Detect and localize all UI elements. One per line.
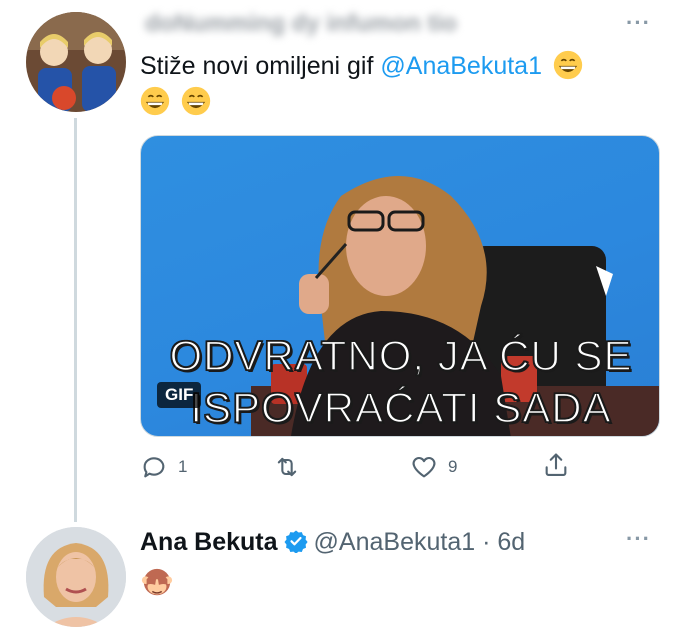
like-icon: [412, 456, 436, 478]
tweet-header: Ana Bekuta @AnaBekuta1 · 6d: [140, 528, 525, 557]
more-options-icon[interactable]: ···: [626, 526, 651, 552]
see-no-evil-monkey-emoji-icon: [141, 568, 173, 596]
share-icon: [545, 453, 567, 476]
mention-link[interactable]: @AnaBekuta1: [380, 52, 542, 80]
grinning-emoji-icon: [140, 86, 170, 116]
handle-and-time[interactable]: @AnaBekuta1 · 6d: [314, 528, 526, 556]
tweet-text-body: Stiže novi omiljeni gif: [140, 52, 381, 80]
retweet-button[interactable]: [273, 453, 311, 481]
verified-badge-icon: [284, 530, 308, 553]
display-name[interactable]: doNumming dy infumon tio: [145, 10, 457, 38]
avatar[interactable]: [26, 12, 126, 112]
avatar-image: [26, 12, 126, 112]
like-button[interactable]: 9: [410, 453, 457, 481]
reply-button[interactable]: 1: [140, 453, 187, 481]
tweet-text: Stiže novi omiljeni gif @AnaBekuta1: [140, 48, 670, 120]
reply-count: 1: [178, 457, 188, 476]
gif-caption-line-2: ISPOVRAĆATI SADA: [190, 383, 612, 432]
grinning-emoji-icon: [553, 50, 583, 80]
avatar-image: [26, 527, 126, 627]
reply-icon: [143, 457, 165, 478]
retweet-icon: [277, 457, 297, 477]
thread-connector-line: [74, 118, 77, 522]
grinning-emoji-icon: [181, 86, 211, 116]
avatar[interactable]: [26, 527, 126, 627]
more-options-icon[interactable]: ···: [626, 10, 651, 36]
display-name[interactable]: Ana Bekuta: [140, 528, 278, 556]
gif-caption-line-1: ODVRATNO, JA ĆU SE: [169, 331, 633, 380]
gif-media[interactable]: ODVRATNO, JA ĆU SE ISPOVRAĆATI SADA GIF: [140, 135, 660, 437]
like-count: 9: [448, 457, 458, 476]
gif-badge: GIF: [157, 382, 202, 408]
share-button[interactable]: [542, 451, 570, 479]
